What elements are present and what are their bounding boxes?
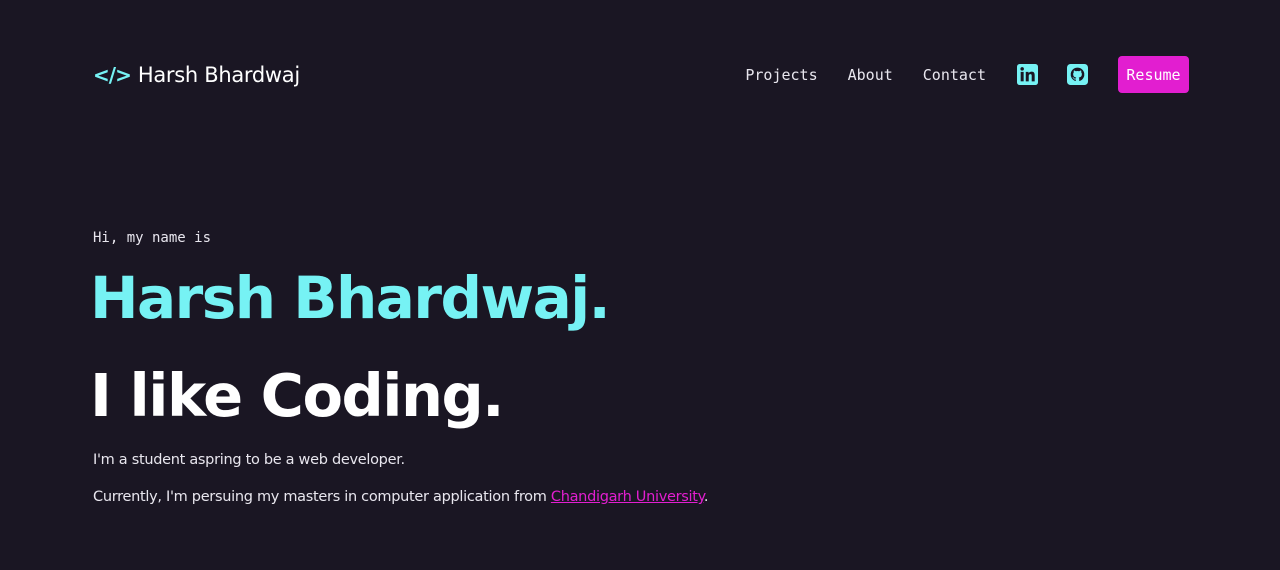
portfolio-page: </> Harsh Bhardwaj Projects About Contac…	[0, 0, 1280, 570]
nav-link-contact[interactable]: Contact	[923, 65, 986, 85]
site-logo[interactable]: </> Harsh Bhardwaj	[93, 60, 300, 90]
code-icon: </>	[93, 63, 132, 87]
hero-name: Harsh Bhardwaj.	[90, 264, 611, 332]
linkedin-link[interactable]	[1016, 64, 1038, 86]
github-link[interactable]	[1066, 64, 1088, 86]
university-link[interactable]: Chandigarh University	[551, 489, 704, 505]
resume-button[interactable]: Resume	[1118, 56, 1189, 93]
bio-line-2-text: Currently, I'm persuing my masters in co…	[93, 489, 551, 505]
bio-line-1: I'm a student aspring to be a web develo…	[93, 452, 405, 468]
bio-line-2-suffix: .	[703, 489, 709, 505]
nav-link-projects[interactable]: Projects	[745, 65, 817, 85]
linkedin-icon	[1016, 64, 1038, 85]
hero-greeting: Hi, my name is	[93, 230, 212, 246]
logo-text: Harsh Bhardwaj	[137, 63, 300, 87]
bio-line-2: Currently, I'm persuing my masters in co…	[93, 487, 709, 507]
hero-tagline: I like Coding.	[90, 361, 505, 430]
github-icon	[1066, 64, 1088, 85]
nav-link-about[interactable]: About	[848, 65, 893, 85]
main-nav: Projects About Contact Resume	[745, 56, 1189, 93]
